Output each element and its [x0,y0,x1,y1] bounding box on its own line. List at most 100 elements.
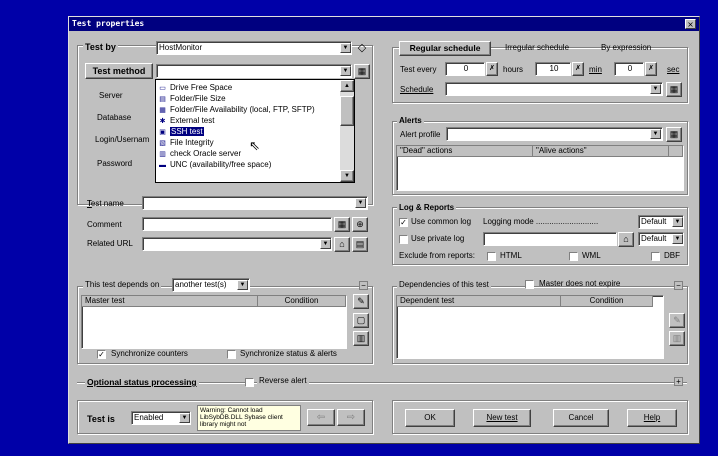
database-label: Database [97,113,132,122]
test-method-select[interactable] [156,64,352,78]
warning-text: Warning: Cannot load LibSybDB.DLL Sybase… [200,407,283,428]
method-list-item[interactable]: ▣ SSH test [158,126,340,137]
password-label: Password [97,159,133,168]
master-not-expire-label: Master does not expire [539,279,621,288]
diamond-icon[interactable]: ◇ [355,41,369,55]
seconds-input[interactable]: 0 [614,62,644,76]
minutes-spinner-icon[interactable]: ✗ [572,62,584,76]
exclude-dbf-checkbox[interactable] [651,252,660,261]
test-by-value: HostMonitor [159,43,203,52]
help-button[interactable]: Help [627,409,677,427]
exclude-wml-checkbox[interactable] [569,252,578,261]
master-test-header[interactable]: Master test [82,296,258,307]
dependent-test-header[interactable]: Dependent test [397,296,561,307]
method-list-item-label: External test [170,116,215,125]
chevron-down-icon[interactable]: ▼ [179,413,190,423]
alive-actions-header[interactable]: "Alive actions" [533,146,669,157]
chevron-down-icon[interactable]: ▼ [650,129,661,139]
alert-profile-edit-icon[interactable]: ▦ [666,127,682,142]
method-list-item-label: Folder/File Availability (local, FTP, SF… [170,105,315,114]
optional-status-label[interactable]: Optional status processing [85,377,199,387]
alerts-actions-table[interactable]: "Dead" actions "Alive actions" [396,145,684,191]
previous-test-button[interactable]: ⇦ [307,409,335,426]
chevron-down-icon[interactable]: ▼ [340,43,351,53]
method-list-item[interactable]: ▦ Folder/File Availability (local, FTP, S… [158,104,340,115]
new-dependency-icon[interactable]: ▢ [353,313,369,328]
chevron-down-icon[interactable]: ▼ [650,84,661,94]
list-scrollbar[interactable]: ▲ ▼ [340,80,354,182]
collapse-icon[interactable]: − [359,281,368,290]
test-name-text: Test name [86,199,124,208]
chevron-down-icon[interactable]: ▼ [320,239,331,249]
scroll-up-button[interactable]: ▲ [340,80,354,92]
comment-field[interactable] [142,217,332,231]
delete-dependency-icon[interactable]: ▥ [353,331,369,346]
sync-counters-checkbox[interactable]: ✓ [97,350,106,359]
use-private-log-checkbox[interactable] [399,235,408,244]
chevron-down-icon[interactable]: ▼ [672,234,683,244]
test-name-field[interactable] [142,196,368,210]
schedule-edit-icon[interactable]: ▦ [666,82,682,97]
minutes-input[interactable]: 10 [535,62,571,76]
expand-icon[interactable]: + [674,377,683,386]
scroll-down-button[interactable]: ▼ [340,170,354,182]
open-folder-icon[interactable]: ⌂ [334,237,350,252]
open-folder-icon[interactable]: ⌂ [618,232,634,247]
exclude-html-checkbox[interactable] [487,252,496,261]
exclude-wml-label: WML [582,251,601,260]
hours-value: 0 [463,64,469,73]
test-by-select[interactable]: HostMonitor [156,41,352,55]
related-url-field[interactable] [142,237,332,251]
scroll-thumb[interactable] [340,96,354,126]
comment-edit-icon[interactable]: ▦ [334,217,350,232]
close-button[interactable]: × [685,19,696,29]
new-test-button[interactable]: New test [473,409,531,427]
magnifier-icon[interactable]: ⊕ [352,217,368,232]
master-test-table[interactable]: Master test Condition [81,295,347,349]
tab-irregular-schedule[interactable]: Irregular schedule [505,43,569,52]
hours-input[interactable]: 0 [445,62,485,76]
use-common-log-label: Use common log [411,217,472,226]
use-common-log-checkbox[interactable]: ✓ [399,218,408,227]
method-list-item[interactable]: ✱ External test [158,115,340,126]
test-name-label: TTest name [86,199,124,208]
seconds-spinner-icon[interactable]: ✗ [645,62,657,76]
method-list-item[interactable]: ▬ UNC (availability/free space) [158,159,340,170]
depends-on-value: another test(s) [175,280,227,289]
schedule-select[interactable] [445,82,663,96]
private-log-path-field[interactable] [483,232,617,246]
calendar-icon[interactable]: ▤ [352,237,368,252]
method-list-item[interactable]: ▤ Folder/File Size [158,93,340,104]
reverse-alert-checkbox[interactable] [245,378,254,387]
sync-status-checkbox[interactable] [227,350,236,359]
dependent-condition-header[interactable]: Condition [561,296,653,307]
edit-dependent-icon[interactable]: ✎ [669,313,685,328]
chevron-down-icon[interactable]: ▼ [355,198,366,208]
alert-profile-select[interactable] [446,127,663,141]
dead-actions-header[interactable]: "Dead" actions [397,146,533,157]
ok-button[interactable]: OK [405,409,455,427]
cancel-button[interactable]: Cancel [553,409,609,427]
mouse-cursor-icon: ⇖ [249,138,260,153]
chevron-down-icon[interactable]: ▼ [237,280,248,290]
chevron-down-icon[interactable]: ▼ [340,66,351,76]
chevron-down-icon[interactable]: ▼ [672,217,683,227]
reverse-alert-label: Reverse alert [257,376,309,385]
master-not-expire-checkbox[interactable] [525,280,534,289]
test-method-dropdown-list[interactable]: ▭ Drive Free Space ▤ Folder/File Size ▦ Folde… [155,79,355,183]
tab-by-expression[interactable]: By expression [601,43,651,52]
sync-counters-label: Synchronize counters [111,349,188,358]
log-reports-title: Log & Reports [397,203,457,212]
hours-spinner-icon[interactable]: ✗ [486,62,498,76]
test-state-value: Enabled [134,413,164,422]
tab-regular-schedule[interactable]: Regular schedule [399,41,491,56]
delete-dependent-icon[interactable]: ▥ [669,331,685,346]
dependent-test-table[interactable]: Dependent test Condition [396,295,664,359]
edit-dependency-icon[interactable]: ✎ [353,294,369,309]
integrity-icon: ▧ [159,140,166,147]
method-list-item[interactable]: ▭ Drive Free Space [158,82,340,93]
method-browse-icon[interactable]: ▦ [354,64,370,79]
master-condition-header[interactable]: Condition [258,296,346,307]
collapse-icon[interactable]: − [674,281,683,290]
next-test-button[interactable]: ⇨ [337,409,365,426]
